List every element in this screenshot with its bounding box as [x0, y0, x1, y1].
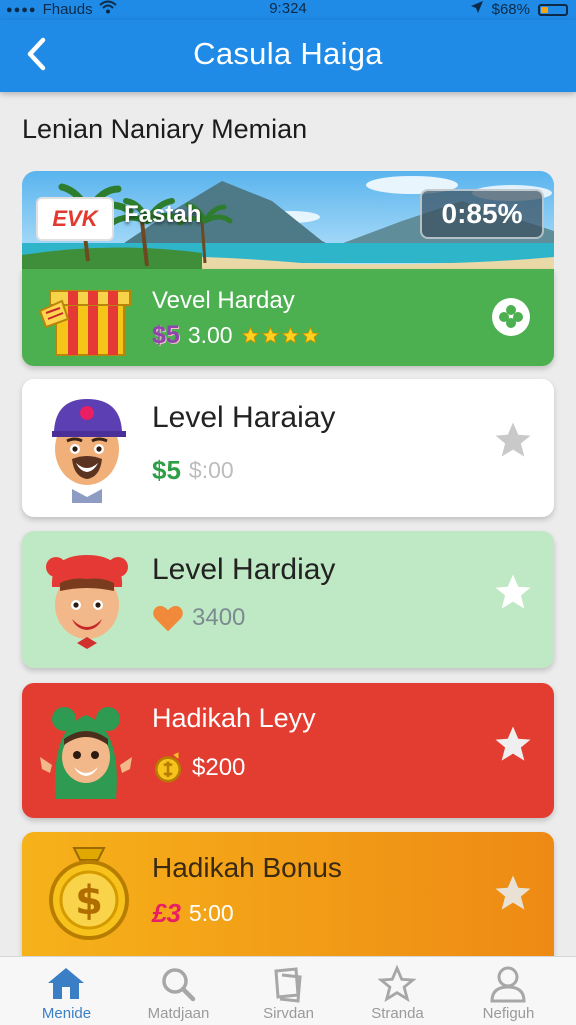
nav-bar: Casula Haiga — [0, 20, 576, 92]
favorite-button[interactable] — [490, 870, 536, 916]
avatar-hood-icon — [36, 699, 136, 803]
battery-label: $68% — [491, 0, 530, 18]
star-icon — [377, 965, 417, 1003]
card-title: Level Haraiay — [152, 401, 336, 434]
card-title: Hadikah Leyy — [152, 703, 316, 733]
reward-card-level-haraiay[interactable]: Level Haraiay $5 $:00 — [22, 379, 554, 517]
star-icon — [261, 326, 280, 344]
tab-label: Sirvdan — [263, 1005, 314, 1022]
brand-logo: EVK — [36, 197, 114, 241]
tab-label: Menide — [41, 1005, 92, 1022]
card-reward: 3400 — [152, 603, 245, 633]
star-icon — [241, 326, 260, 344]
tab-label: Matdjaan — [147, 1005, 210, 1022]
star-icon — [301, 326, 320, 344]
card-reward: $200 — [152, 751, 245, 785]
page-title: Casula Haiga — [193, 36, 383, 71]
favorite-button[interactable] — [490, 417, 536, 463]
tab-favorites[interactable]: Stranda — [340, 957, 455, 1025]
reward-amount: 3400 — [192, 604, 246, 631]
status-bar: ●●●● Fhauds 9:324 $68% — [0, 0, 576, 20]
tab-home[interactable]: Menide — [9, 957, 124, 1025]
currency-label: $5 — [152, 321, 180, 349]
status-right: $68% — [470, 0, 568, 19]
section-heading: Lenian Naniary Memian — [22, 114, 308, 144]
tab-cards[interactable]: Sirvdan — [231, 957, 346, 1025]
banner-title: Fastah — [124, 201, 202, 228]
gift-box-icon — [38, 275, 138, 361]
reward-amount: $200 — [192, 754, 246, 781]
star-icon — [495, 574, 531, 609]
rating-stars — [241, 326, 320, 345]
heart-icon — [153, 605, 183, 632]
avatar-cap-icon — [42, 393, 132, 503]
svg-text:$: $ — [75, 878, 103, 924]
reward-amount: $:00 — [188, 457, 234, 483]
reward-card-vevel-harday[interactable]: Vevel Harday $5 3.00 — [22, 269, 554, 366]
avatar-redhat-icon — [42, 547, 132, 649]
card-reward: $5 3.00 — [152, 321, 320, 350]
star-icon — [495, 422, 531, 457]
card-title: Hadikah Bonus — [152, 852, 342, 883]
profile-icon — [490, 966, 526, 1003]
location-icon — [470, 0, 484, 19]
coin-icon — [154, 752, 182, 783]
currency-label: $5 — [152, 455, 181, 485]
card-reward: £3 5:00 — [152, 898, 234, 929]
reward-amount: 5:00 — [188, 900, 234, 926]
star-icon — [495, 726, 531, 761]
reward-amount: 3.00 — [187, 322, 233, 348]
promo-banner[interactable]: EVK Fastah 0:85% — [22, 171, 554, 275]
home-icon — [48, 968, 84, 999]
reward-card-level-hardiay[interactable]: Level Hardiay 3400 — [22, 531, 554, 668]
progress-badge: 0:85% — [420, 189, 544, 239]
favorite-button[interactable] — [490, 569, 536, 615]
clover-button[interactable] — [488, 294, 534, 340]
tab-bar: Menide Matdjaan Sirvdan Stranda Nefiguh — [0, 956, 576, 1025]
search-icon — [162, 968, 196, 1002]
gold-coin-icon: $ — [44, 844, 134, 944]
reward-card-hadikah-leyy[interactable]: Hadikah Leyy $200 — [22, 683, 554, 818]
card-reward: $5 $:00 — [152, 455, 234, 486]
card-title: Vevel Harday — [152, 287, 295, 314]
cards-icon — [274, 967, 302, 1003]
star-icon — [281, 326, 300, 344]
tab-profile[interactable]: Nefiguh — [451, 957, 566, 1025]
tab-label: Stranda — [371, 1005, 424, 1022]
clover-icon — [492, 298, 530, 336]
battery-icon — [538, 3, 568, 16]
currency-label: £3 — [152, 898, 181, 928]
favorite-button[interactable] — [490, 721, 536, 767]
tab-label: Nefiguh — [482, 1005, 535, 1022]
card-title: Level Hardiay — [152, 553, 336, 586]
tab-search[interactable]: Matdjaan — [121, 957, 236, 1025]
star-icon — [495, 875, 531, 910]
reward-card-hadikah-bonus[interactable]: $ Hadikah Bonus £3 5:00 — [22, 832, 554, 972]
